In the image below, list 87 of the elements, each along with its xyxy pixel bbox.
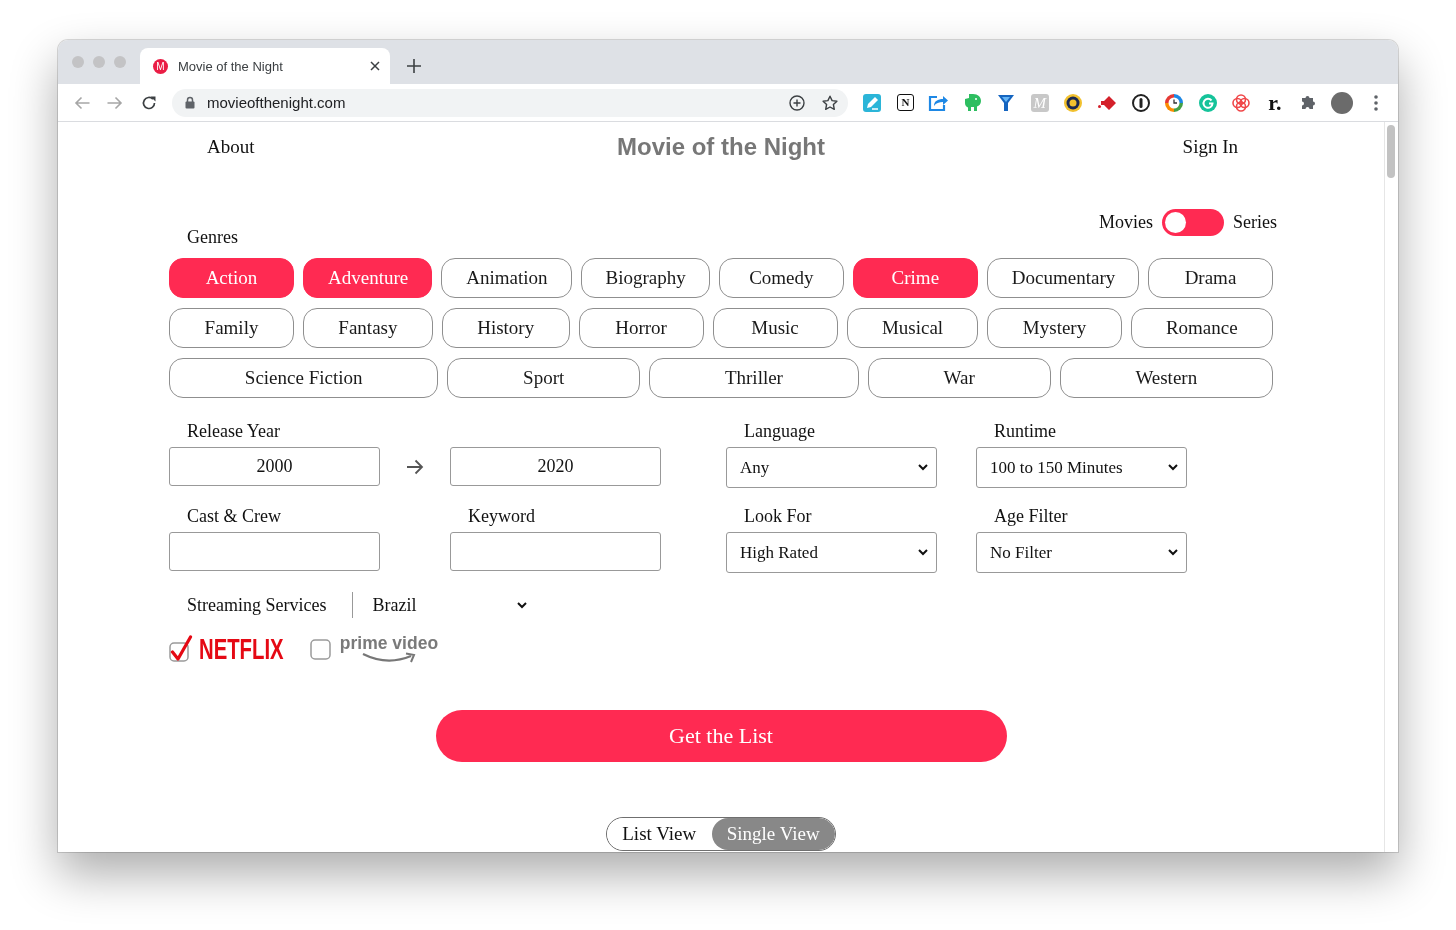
extension-button[interactable]: r. bbox=[1268, 92, 1282, 113]
checkbox[interactable] bbox=[309, 638, 331, 660]
keyhole-icon[interactable] bbox=[1131, 93, 1150, 112]
service-logo: prime video bbox=[339, 634, 439, 652]
look-for-select[interactable]: High Rated bbox=[726, 532, 937, 573]
lock-icon bbox=[185, 96, 195, 109]
genre-button[interactable]: War bbox=[867, 358, 1051, 398]
get-list-button[interactable]: Get the List bbox=[435, 710, 1007, 762]
pen-tile-icon[interactable] bbox=[862, 93, 881, 112]
plus-icon[interactable] bbox=[407, 59, 421, 73]
country-select[interactable]: Brazil bbox=[372, 594, 530, 616]
puzzle-icon[interactable] bbox=[1301, 95, 1316, 110]
cast-crew-field[interactable] bbox=[169, 532, 380, 571]
circle-arc-icon[interactable] bbox=[1198, 93, 1217, 112]
chevron-down-icon bbox=[1168, 464, 1178, 471]
genre-button[interactable]: Horror bbox=[578, 308, 704, 348]
avatar-icon[interactable] bbox=[1331, 91, 1354, 114]
genre-button[interactable]: Music bbox=[712, 308, 838, 348]
genres-label: Genres bbox=[187, 226, 238, 248]
year-to-field[interactable]: 2020 bbox=[450, 447, 661, 486]
funnel-icon[interactable] bbox=[998, 93, 1015, 112]
elephant-icon[interactable] bbox=[963, 93, 982, 112]
genre-button[interactable]: Documentary bbox=[986, 258, 1139, 298]
toggle-option-label[interactable]: Movies bbox=[1099, 211, 1153, 233]
field-label: Release Year bbox=[186, 420, 280, 442]
genre-button[interactable]: Mystery bbox=[987, 308, 1122, 348]
year-from-field[interactable]: 2000 bbox=[169, 447, 380, 486]
genre-button[interactable]: Comedy bbox=[718, 258, 844, 298]
language-select[interactable]: Any bbox=[726, 447, 937, 488]
clock-icon[interactable] bbox=[1165, 93, 1184, 112]
view-option-button[interactable]: Single View bbox=[711, 818, 835, 850]
streaming-services-label: Streaming Services bbox=[186, 594, 327, 616]
extension-button[interactable]: N bbox=[896, 94, 914, 111]
field-label: Cast & Crew bbox=[186, 505, 281, 527]
back-arrow-icon[interactable] bbox=[74, 95, 90, 110]
genre-button[interactable]: Thriller bbox=[649, 358, 859, 398]
smile-arrow-icon bbox=[361, 651, 418, 664]
genre-button[interactable]: Western bbox=[1059, 358, 1273, 398]
genre-button[interactable]: Science Fiction bbox=[169, 358, 439, 398]
site-title: Movie of the Night bbox=[617, 133, 825, 161]
genre-button[interactable]: Drama bbox=[1148, 258, 1273, 298]
genre-button[interactable]: Fantasy bbox=[303, 308, 433, 348]
age-filter-select[interactable]: No Filter bbox=[976, 532, 1187, 573]
genre-button[interactable]: Crime bbox=[852, 258, 978, 298]
genre-button[interactable]: Family bbox=[169, 308, 294, 348]
close-icon[interactable] bbox=[370, 61, 380, 71]
more-menu-icon[interactable] bbox=[1373, 94, 1378, 111]
genre-button[interactable]: Biography bbox=[580, 258, 710, 298]
forward-arrow-icon[interactable] bbox=[107, 95, 123, 110]
address-bar[interactable]: movieofthenight.com bbox=[172, 88, 848, 117]
content-type-switch[interactable] bbox=[1162, 208, 1224, 236]
bookmark-star-icon[interactable] bbox=[822, 94, 838, 111]
url-text: movieofthenight.com bbox=[207, 94, 346, 111]
genre-button[interactable]: Action bbox=[169, 258, 294, 298]
scrollbar-thumb[interactable] bbox=[1387, 125, 1395, 178]
genre-button[interactable]: History bbox=[441, 308, 570, 348]
chevron-down-icon bbox=[918, 464, 928, 471]
field-label: Age Filter bbox=[993, 505, 1068, 527]
browser-tab[interactable]: M Movie of the Night bbox=[140, 48, 390, 84]
keyword-field[interactable] bbox=[450, 532, 661, 571]
diamond-arrow-icon[interactable] bbox=[1097, 95, 1116, 110]
add-circle-icon[interactable] bbox=[789, 94, 805, 111]
genre-button[interactable]: Sport bbox=[447, 358, 641, 398]
tab-title: Movie of the Night bbox=[178, 58, 283, 74]
sign-in-link[interactable]: Sign In bbox=[1182, 136, 1238, 158]
favicon: M bbox=[153, 58, 168, 74]
arrow-right-icon bbox=[406, 458, 424, 475]
field-label: Runtime bbox=[993, 420, 1056, 442]
genre-button[interactable]: Musical bbox=[846, 308, 979, 348]
field-label: Keyword bbox=[467, 505, 535, 527]
chevron-down-icon bbox=[517, 601, 528, 609]
about-link[interactable]: About bbox=[207, 136, 255, 158]
share-arrow-icon[interactable] bbox=[928, 94, 950, 111]
genre-button[interactable]: Animation bbox=[441, 258, 572, 298]
toggle-option-label[interactable]: Series bbox=[1233, 211, 1277, 233]
genre-button[interactable]: Adventure bbox=[303, 258, 433, 298]
runtime-select[interactable]: 100 to 150 Minutes bbox=[976, 447, 1187, 488]
ring-icon[interactable] bbox=[1064, 93, 1083, 112]
checkbox[interactable] bbox=[169, 635, 193, 663]
chevron-down-icon bbox=[918, 549, 928, 556]
chevron-down-icon bbox=[1168, 549, 1178, 556]
reload-icon[interactable] bbox=[141, 94, 157, 111]
field-label: Look For bbox=[743, 505, 812, 527]
field-label: Language bbox=[743, 420, 815, 442]
genre-button[interactable]: Romance bbox=[1130, 308, 1273, 348]
service-logo: NETFLIX bbox=[199, 634, 284, 664]
knot-icon[interactable] bbox=[1232, 93, 1251, 112]
